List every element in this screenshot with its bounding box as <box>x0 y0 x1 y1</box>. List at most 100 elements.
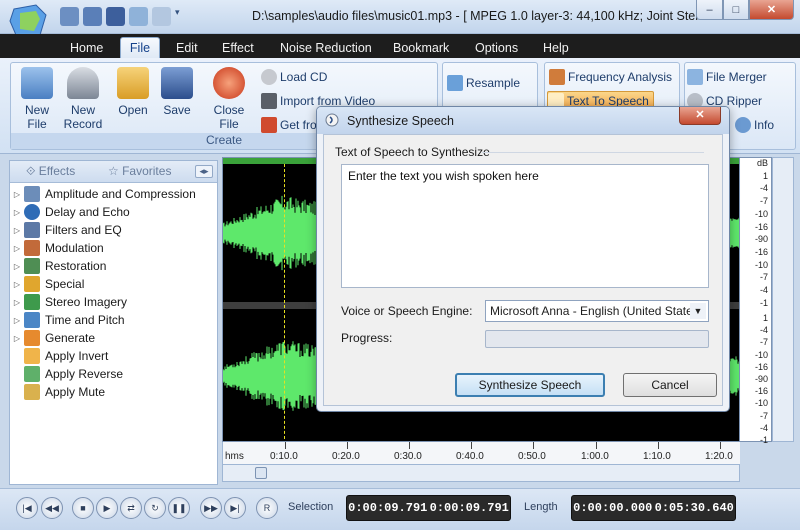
pause-icon[interactable]: ❚❚ <box>168 497 190 519</box>
rewind-icon[interactable]: ◀◀ <box>41 497 63 519</box>
db-scale-label: -90 <box>754 374 768 384</box>
tab-edit[interactable]: Edit <box>176 38 198 58</box>
new-icon[interactable] <box>83 7 102 26</box>
ruler-label: 1:20.0 <box>705 451 733 462</box>
effects-panel: ⟐ Effects ☆ Favorites ◂▸ ▷ Amplitude and … <box>9 160 218 485</box>
fast-forward-icon[interactable]: ▶▶ <box>200 497 222 519</box>
db-scale-label: -7 <box>759 337 768 348</box>
tab-home[interactable]: Home <box>70 38 103 58</box>
tab-effect[interactable]: Effect <box>222 38 254 58</box>
tree-item-filters-eq[interactable]: ▷ Filters and EQ <box>10 221 122 239</box>
microphone-icon <box>67 67 99 99</box>
expand-icon[interactable]: ▷ <box>10 334 24 343</box>
db-scale: dB 1 -4 -7 -10 -16 -90 -16 -10 -7 -4 -1 1 -4 -7 -10 -16-… <box>740 157 772 445</box>
close-file-button[interactable]: Close File <box>207 67 251 131</box>
expand-icon[interactable]: ▷ <box>10 244 24 253</box>
cancel-button[interactable]: Cancel <box>623 373 717 397</box>
tree-item-stereo-imagery[interactable]: ▷ Stereo Imagery <box>10 293 127 311</box>
ruler-unit: hms <box>225 451 244 462</box>
tab-file[interactable]: File <box>120 37 160 58</box>
open-button[interactable]: Open <box>111 67 155 117</box>
new-record-button[interactable]: New Record <box>61 67 105 131</box>
tab-noise-reduction[interactable]: Noise Reduction <box>280 38 372 58</box>
get-from-web-button[interactable]: Get fro <box>261 115 317 135</box>
pitch-icon <box>24 312 40 328</box>
expand-icon[interactable]: ▷ <box>10 208 24 217</box>
tab-effects[interactable]: ⟐ Effects <box>26 164 75 179</box>
resample-button[interactable]: Resample <box>447 73 520 93</box>
speech-text-input[interactable]: Enter the text you wish spoken here <box>341 164 709 288</box>
tree-item-special[interactable]: ▷ Special <box>10 275 84 293</box>
panel-scroll-arrows-icon[interactable]: ◂▸ <box>195 165 213 178</box>
info-button[interactable]: Info <box>735 115 774 135</box>
expand-icon[interactable]: ▷ <box>10 280 24 289</box>
expand-icon[interactable]: ▷ <box>10 262 24 271</box>
play-icon[interactable]: ▶ <box>96 497 118 519</box>
new-file-button[interactable]: New File <box>15 67 59 131</box>
quick-access-toolbar: ▾ <box>60 7 194 26</box>
echo-icon <box>24 204 40 220</box>
skip-start-icon[interactable]: |◀ <box>16 497 38 519</box>
open-icon[interactable] <box>60 7 79 26</box>
loop-play-icon[interactable]: ↻ <box>144 497 166 519</box>
ribbon-tabs: Home File Edit Effect Noise Reduction Bo… <box>0 34 800 58</box>
horizontal-scrollbar[interactable] <box>222 464 740 482</box>
minimize-button[interactable]: – <box>696 0 723 20</box>
tab-bookmark[interactable]: Bookmark <box>393 38 449 58</box>
frequency-analysis-button[interactable]: Frequency Analysis <box>549 67 672 87</box>
special-icon <box>24 276 40 292</box>
skip-end-icon[interactable]: ▶| <box>224 497 246 519</box>
maximize-button[interactable]: □ <box>723 0 749 20</box>
redo-icon[interactable] <box>152 7 171 26</box>
length-time-display: 0:00:00.000 0:05:30.640 <box>571 495 736 521</box>
scroll-thumb[interactable] <box>255 467 267 479</box>
tree-item-generate[interactable]: ▷ Generate <box>10 329 95 347</box>
tree-item-delay-echo[interactable]: ▷ Delay and Echo <box>10 203 130 221</box>
ruler-label: 1:10.0 <box>643 451 671 462</box>
loop-icon[interactable]: ⇄ <box>120 497 142 519</box>
db-scale-label: -1 <box>759 297 768 308</box>
tree-item-restoration[interactable]: ▷ Restoration <box>10 257 106 275</box>
voice-engine-select[interactable]: Microsoft Anna - English (United States … <box>485 300 709 322</box>
tree-item-modulation[interactable]: ▷ Modulation <box>10 239 104 257</box>
tree-item-apply-invert[interactable]: Apply Invert <box>10 347 108 365</box>
tab-options[interactable]: Options <box>475 38 518 58</box>
time-ruler[interactable]: hms 0:10.0 0:20.0 0:30.0 0:40.0 0:50.0 1… <box>222 442 740 464</box>
stop-icon[interactable]: ■ <box>72 497 94 519</box>
load-cd-button[interactable]: Load CD <box>261 67 327 87</box>
chevron-down-icon[interactable]: ▼ <box>690 303 706 319</box>
window-title: D:\samples\audio files\music01.mp3 - [ M… <box>252 9 710 23</box>
selection-time-display: 0:00:09.791 0:00:09.791 <box>346 495 511 521</box>
web-icon <box>261 117 277 133</box>
expand-icon[interactable]: ▷ <box>10 226 24 235</box>
db-scale-label: -4 <box>759 183 768 194</box>
save-icon[interactable] <box>106 7 125 26</box>
playhead-cursor[interactable] <box>284 164 285 441</box>
tab-help[interactable]: Help <box>543 38 569 58</box>
selection-label: Selection <box>288 501 334 513</box>
save-button[interactable]: Save <box>155 67 199 117</box>
dialog-close-button[interactable]: ✕ <box>679 107 721 125</box>
tree-item-apply-reverse[interactable]: Apply Reverse <box>10 365 123 383</box>
merge-icon <box>687 69 703 85</box>
selection-end: 0:00:09.791 <box>429 501 509 515</box>
ruler-label: 0:20.0 <box>332 451 360 462</box>
close-button[interactable]: ✕ <box>749 0 794 20</box>
record-icon[interactable]: R <box>256 497 278 519</box>
expand-icon[interactable]: ▷ <box>10 316 24 325</box>
tree-item-amplitude[interactable]: ▷ Amplitude and Compression <box>10 185 196 203</box>
expand-icon[interactable]: ▷ <box>10 298 24 307</box>
undo-icon[interactable] <box>129 7 148 26</box>
tree-item-apply-mute[interactable]: Apply Mute <box>10 383 105 401</box>
ruler-label: 1:00.0 <box>581 451 609 462</box>
file-merger-button[interactable]: File Merger <box>687 67 767 87</box>
transport-bar: |◀ ◀◀ ■ ▶ ⇄ ↻ ❚❚ ▶▶ ▶| R Selection 0:00:… <box>0 488 800 530</box>
customize-icon[interactable]: ▾ <box>175 7 194 26</box>
vertical-scrollbar[interactable] <box>772 157 794 442</box>
save-disk-icon <box>161 67 193 99</box>
synthesize-speech-button[interactable]: Synthesize Speech <box>455 373 605 397</box>
db-scale-label: -4 <box>759 285 768 295</box>
expand-icon[interactable]: ▷ <box>10 190 24 199</box>
tree-item-time-pitch[interactable]: ▷ Time and Pitch <box>10 311 125 329</box>
tab-favorites[interactable]: ☆ Favorites <box>108 164 171 178</box>
